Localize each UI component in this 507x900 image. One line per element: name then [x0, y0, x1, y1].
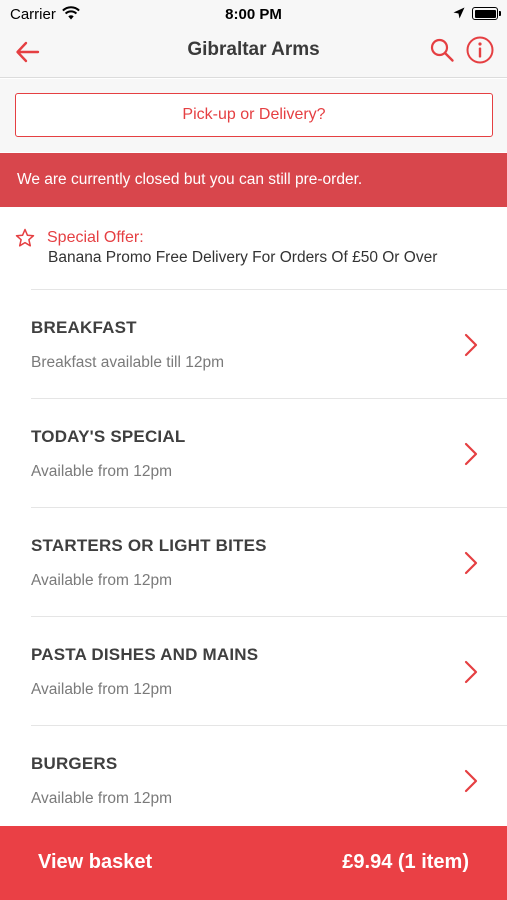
pickup-section: Pick-up or Delivery? [0, 79, 507, 152]
chevron-right-icon [464, 769, 478, 793]
menu-category-todays-special[interactable]: TODAY'S SPECIAL Available from 12pm [31, 398, 507, 507]
menu-category-availability: Available from 12pm [31, 463, 173, 480]
menu-category-name: STARTERS OR LIGHT BITES [31, 536, 267, 555]
pickup-delivery-button[interactable]: Pick-up or Delivery? [15, 93, 493, 137]
view-basket-button[interactable]: View basket £9.94 (1 item) [0, 826, 507, 900]
menu-category-burgers[interactable]: BURGERS Available from 12pm [31, 725, 507, 834]
menu-category-pasta-mains[interactable]: PASTA DISHES AND MAINS Available from 12… [31, 616, 507, 725]
menu-category-list: BREAKFAST Breakfast available till 12pm … [0, 289, 507, 834]
menu-category-availability: Available from 12pm [31, 790, 173, 807]
search-icon[interactable] [428, 36, 456, 64]
star-icon [15, 228, 35, 247]
chevron-right-icon [464, 333, 478, 357]
menu-category-name: TODAY'S SPECIAL [31, 427, 186, 446]
menu-category-availability: Breakfast available till 12pm [31, 354, 224, 371]
info-icon[interactable] [465, 35, 495, 65]
chevron-right-icon [464, 551, 478, 575]
menu-category-availability: Available from 12pm [31, 681, 173, 698]
special-offer: Special Offer: Banana Promo Free Deliver… [0, 207, 507, 289]
menu-category-breakfast[interactable]: BREAKFAST Breakfast available till 12pm [31, 289, 507, 398]
offer-title: Special Offer: [47, 229, 144, 246]
basket-total: £9.94 (1 item) [342, 851, 469, 873]
closed-banner-text: We are currently closed but you can stil… [17, 171, 363, 188]
basket-label: View basket [38, 851, 153, 873]
menu-category-name: BURGERS [31, 754, 118, 773]
chevron-right-icon [464, 660, 478, 684]
menu-category-availability: Available from 12pm [31, 572, 173, 589]
nav-bar: Gibraltar Arms [0, 28, 507, 78]
offer-description: Banana Promo Free Delivery For Orders Of… [48, 249, 438, 266]
menu-category-name: PASTA DISHES AND MAINS [31, 645, 259, 664]
status-bar: Carrier 8:00 PM [0, 0, 507, 28]
battery-icon [472, 7, 501, 20]
location-icon [453, 7, 465, 19]
chevron-right-icon [464, 442, 478, 466]
status-time: 8:00 PM [225, 6, 282, 23]
menu-category-starters[interactable]: STARTERS OR LIGHT BITES Available from 1… [31, 507, 507, 616]
menu-category-name: BREAKFAST [31, 318, 137, 337]
closed-banner: We are currently closed but you can stil… [0, 153, 507, 207]
